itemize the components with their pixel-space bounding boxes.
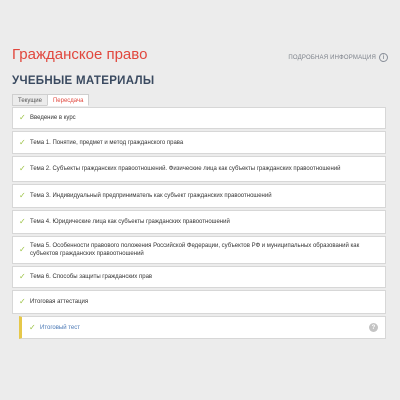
material-item-topic-5[interactable]: ✓ Тема 5. Особенности правового положени… — [12, 236, 386, 264]
help-icon[interactable]: ? — [369, 323, 378, 332]
course-title: Гражданское право — [12, 46, 148, 63]
material-item-topic-3[interactable]: ✓ Тема 3. Индивидуальный предприниматель… — [12, 184, 386, 208]
materials-list: ✓ Введение в курс ✓ Тема 1. Понятие, пре… — [12, 107, 386, 339]
material-item-topic-4[interactable]: ✓ Тема 4. Юридические лица как субъекты … — [12, 210, 386, 234]
checkmark-icon: ✓ — [19, 245, 26, 254]
info-icon[interactable]: i — [379, 53, 388, 62]
material-item-topic-2[interactable]: ✓ Тема 2. Субъекты гражданских правоотно… — [12, 156, 386, 182]
material-item-label: Тема 6. Способы защиты гражданских прав — [30, 274, 153, 280]
section-title: УЧЕБНЫЕ МАТЕРИАЛЫ — [12, 75, 155, 87]
material-item-label: Тема 2. Субъекты гражданских правоотноше… — [30, 166, 341, 172]
material-item-final-attestation[interactable]: ✓ Итоговая аттестация — [12, 290, 386, 314]
material-item-label: Тема 1. Понятие, предмет и метод граждан… — [30, 139, 184, 146]
checkmark-icon: ✓ — [19, 191, 26, 200]
material-item-label: Итоговая аттестация — [30, 299, 89, 305]
checkmark-icon: ✓ — [29, 323, 36, 332]
material-item-intro[interactable]: ✓ Введение в курс — [12, 107, 386, 129]
more-info-link[interactable]: ПОДРОБНАЯ ИНФОРМАЦИЯ i — [288, 53, 388, 62]
material-item-label: Введение в курс — [30, 115, 76, 121]
material-item-label: Тема 4. Юридические лица как субъекты гр… — [30, 219, 230, 225]
material-item-topic-6[interactable]: ✓ Тема 6. Способы защиты гражданских пра… — [12, 266, 386, 288]
materials-tabs: Текущие Пересдача — [12, 94, 90, 106]
more-info-label: ПОДРОБНАЯ ИНФОРМАЦИЯ — [288, 54, 376, 61]
tab-retake[interactable]: Пересдача — [46, 94, 90, 106]
checkmark-icon: ✓ — [19, 113, 26, 122]
checkmark-icon: ✓ — [19, 137, 26, 147]
course-page: Гражданское право ПОДРОБНАЯ ИНФОРМАЦИЯ i… — [0, 0, 400, 400]
final-test-item[interactable]: ✓ Итоговый тест ? — [19, 316, 386, 339]
checkmark-icon: ✓ — [19, 164, 26, 173]
final-test-label: Итоговый тест — [40, 324, 81, 331]
checkmark-icon: ✓ — [19, 217, 26, 226]
material-item-topic-1[interactable]: ✓ Тема 1. Понятие, предмет и метод гражд… — [12, 131, 386, 154]
material-item-label: Тема 3. Индивидуальный предприниматель к… — [30, 193, 272, 199]
tab-current[interactable]: Текущие — [12, 94, 47, 106]
material-item-label: Тема 5. Особенности правового положения … — [30, 243, 360, 257]
checkmark-icon: ✓ — [19, 272, 26, 281]
checkmark-icon: ✓ — [19, 297, 26, 306]
